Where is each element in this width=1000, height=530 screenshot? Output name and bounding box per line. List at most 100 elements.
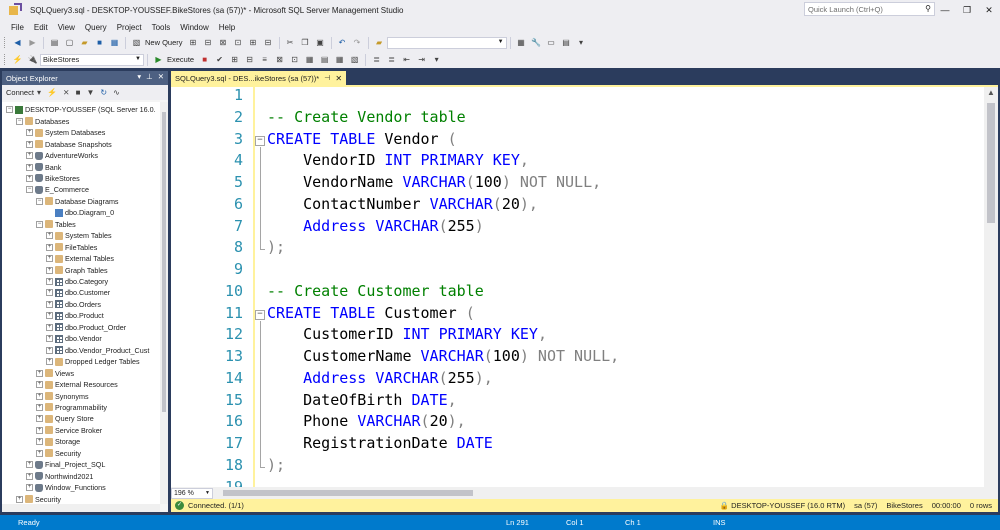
expand-icon[interactable]: + xyxy=(46,346,53,354)
tree-node[interactable]: + Graph Tables xyxy=(46,264,108,276)
tree-node[interactable]: + AdventureWorks xyxy=(26,150,98,162)
tree-node[interactable]: + Security xyxy=(36,448,81,460)
cut-icon[interactable]: ✂ xyxy=(284,37,296,49)
tree-node[interactable]: + Bank xyxy=(26,161,61,173)
results-to-grid-icon[interactable]: ▦ xyxy=(334,54,346,66)
collapse-icon[interactable]: − xyxy=(16,117,23,125)
expand-icon[interactable]: + xyxy=(46,278,53,285)
save-icon[interactable]: ■ xyxy=(94,37,106,49)
editor-vscrollbar[interactable]: ▲ xyxy=(984,87,998,487)
tree-node[interactable]: + External Resources xyxy=(36,379,118,391)
connect-dropdown-icon[interactable]: ▾ xyxy=(37,88,41,97)
code-line[interactable]: Address VARCHAR(255), xyxy=(267,369,493,387)
tree-node[interactable]: + dbo.Vendor_Product_Cust xyxy=(46,344,149,356)
expand-icon[interactable]: + xyxy=(46,266,53,274)
forward-icon[interactable]: ▶ xyxy=(27,37,39,49)
code-line[interactable]: Phone VARCHAR(20), xyxy=(267,412,466,430)
expand-icon[interactable]: + xyxy=(26,152,33,160)
code-line[interactable]: ); xyxy=(267,456,285,474)
object-explorer-vscrollbar[interactable] xyxy=(160,102,168,504)
pin-icon[interactable]: ⊣ xyxy=(324,74,330,82)
redo-icon[interactable]: ↷ xyxy=(351,37,363,49)
paste-icon[interactable]: ▣ xyxy=(314,37,326,49)
expand-icon[interactable]: + xyxy=(46,323,53,331)
restore-button[interactable]: ❐ xyxy=(956,0,978,20)
expand-icon[interactable]: + xyxy=(46,300,53,308)
tree-node[interactable]: − DESKTOP-YOUSSEF (SQL Server 16.0. xyxy=(6,104,156,116)
tree-node[interactable]: + System Tables xyxy=(46,230,112,242)
close-tab-icon[interactable]: ✕ xyxy=(335,74,342,83)
available-databases-select[interactable]: BikeStores ▼ xyxy=(40,53,144,66)
activity-monitor-icon[interactable]: ∿ xyxy=(113,88,120,97)
collapse-icon[interactable]: − xyxy=(26,186,33,194)
minimize-button[interactable]: — xyxy=(934,0,956,20)
collapse-icon[interactable]: − xyxy=(6,106,13,114)
toolbar-grip[interactable] xyxy=(4,54,7,65)
expand-icon[interactable]: + xyxy=(16,495,23,503)
disconnect-icon[interactable]: ⨯ xyxy=(63,88,70,97)
code-line[interactable]: CustomerID INT PRIMARY KEY, xyxy=(267,325,547,343)
code-line[interactable]: CREATE TABLE Customer ( xyxy=(267,304,475,322)
save-all-icon[interactable]: ▦ xyxy=(109,37,121,49)
new-project-icon[interactable]: ▤ xyxy=(49,37,61,49)
code-line[interactable]: ); xyxy=(267,238,285,256)
expand-icon[interactable]: + xyxy=(26,484,33,492)
results-to-file-icon[interactable]: ▧ xyxy=(349,54,361,66)
menu-window[interactable]: Window xyxy=(175,23,213,32)
tree-node[interactable]: + Query Store xyxy=(36,413,94,425)
collapse-icon[interactable]: − xyxy=(36,220,43,228)
expand-icon[interactable]: + xyxy=(26,129,33,137)
collapse-icon[interactable]: − xyxy=(36,197,43,205)
expand-icon[interactable]: + xyxy=(46,289,53,297)
code-line[interactable]: -- Create Customer table xyxy=(267,282,484,300)
collapse-region-icon[interactable]: − xyxy=(255,135,265,146)
tree-node[interactable]: − Databases xyxy=(16,115,69,127)
live-stats-icon[interactable]: ⊡ xyxy=(289,54,301,66)
expand-icon[interactable]: + xyxy=(36,381,43,389)
open-file-icon[interactable]: ▰ xyxy=(79,37,91,49)
tree-node[interactable]: + Security xyxy=(16,493,61,504)
tree-node[interactable]: + Programmability xyxy=(36,402,107,414)
parse-icon[interactable]: ✔ xyxy=(214,54,226,66)
tree-node[interactable]: + FileTables xyxy=(46,241,97,253)
tree-node[interactable]: − Tables xyxy=(36,219,76,231)
code-line[interactable]: VendorName VARCHAR(100) NOT NULL, xyxy=(267,173,601,191)
menu-edit[interactable]: Edit xyxy=(29,23,53,32)
expand-icon[interactable]: + xyxy=(36,415,43,423)
results-to-text-icon[interactable]: ▤ xyxy=(319,54,331,66)
tree-node[interactable]: + External Tables xyxy=(46,253,114,265)
estimated-plan-icon[interactable]: ⊞ xyxy=(229,54,241,66)
client-stats-icon[interactable]: ▦ xyxy=(304,54,316,66)
tree-node[interactable]: + Database Snapshots xyxy=(26,138,112,150)
expand-icon[interactable]: + xyxy=(46,243,53,251)
expand-icon[interactable]: + xyxy=(26,461,33,469)
filter-icon[interactable]: ▼ xyxy=(86,88,94,97)
tree-node[interactable]: + Dropped Ledger Tables xyxy=(46,356,140,368)
close-button[interactable]: ✕ xyxy=(978,0,1000,20)
expand-icon[interactable]: + xyxy=(36,369,43,377)
expand-icon[interactable]: + xyxy=(36,426,43,434)
increase-indent-icon[interactable]: ⇥ xyxy=(416,54,428,66)
pin-icon[interactable]: ⊥ xyxy=(146,72,153,81)
properties-icon[interactable]: ▦ xyxy=(515,37,527,49)
tab-sqlquery3[interactable]: SQLQuery3.sql - DES...ikeStores (sa (57)… xyxy=(171,71,346,85)
object-explorer-hscrollbar[interactable] xyxy=(2,504,160,512)
copy-icon[interactable]: ❐ xyxy=(299,37,311,49)
editor-hscrollbar[interactable] xyxy=(221,489,983,497)
menu-file[interactable]: File xyxy=(6,23,29,32)
expand-icon[interactable]: + xyxy=(26,174,33,182)
execute-button[interactable]: Execute xyxy=(167,55,194,64)
code-line[interactable]: Address VARCHAR(255) xyxy=(267,217,484,235)
menu-query[interactable]: Query xyxy=(80,23,112,32)
expand-icon[interactable]: + xyxy=(26,140,33,148)
new-query-icon[interactable]: ▧ xyxy=(131,37,143,49)
tree-node[interactable]: − E_Commerce xyxy=(26,184,89,196)
expand-icon[interactable]: + xyxy=(46,312,53,320)
specify-template-values-icon[interactable]: ▾ xyxy=(431,54,443,66)
tree-node[interactable]: + dbo.Category xyxy=(46,276,108,288)
new-query-button[interactable]: New Query xyxy=(145,38,183,47)
expand-icon[interactable]: + xyxy=(36,392,43,400)
stop-icon[interactable]: ■ xyxy=(76,88,81,97)
tree-node[interactable]: + dbo.Product_Order xyxy=(46,322,126,334)
find-combo[interactable]: ▼ xyxy=(386,36,507,49)
